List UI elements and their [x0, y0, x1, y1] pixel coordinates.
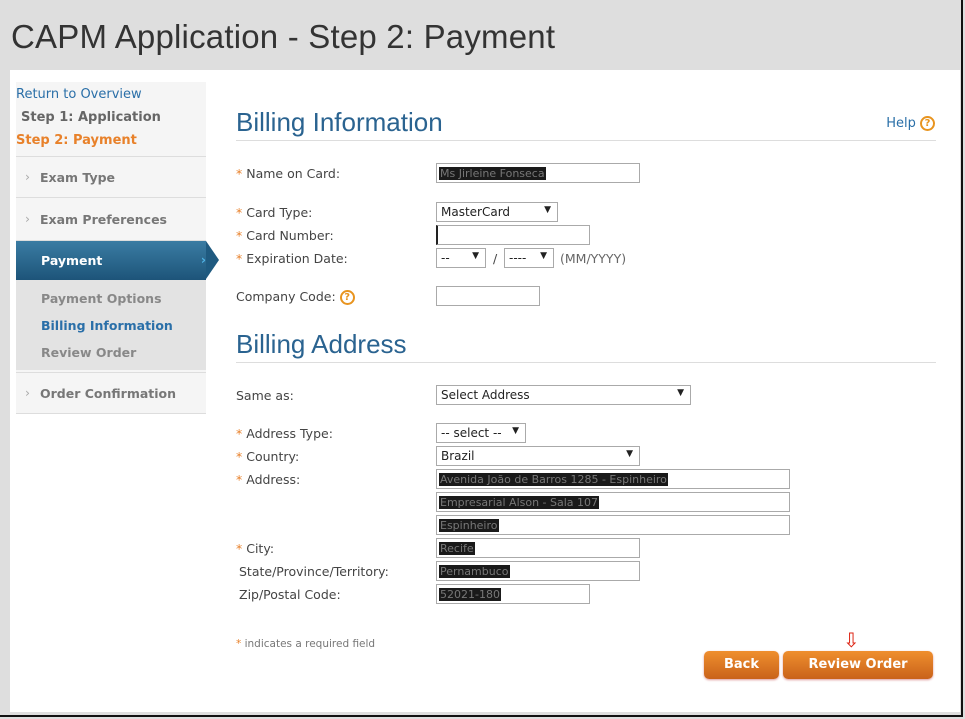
sidebar-item-exam-preferences[interactable]: › Exam Preferences — [16, 199, 206, 241]
dropdown-arrow-icon: ▼ — [677, 388, 684, 398]
zip-label: Zip/Postal Code: — [239, 587, 341, 602]
dropdown-arrow-icon: ▼ — [512, 426, 519, 436]
name-on-card-input[interactable]: Ms Jirleine Fonseca — [436, 163, 640, 183]
country-label: * Country: — [236, 449, 300, 464]
question-icon[interactable]: ? — [339, 290, 355, 305]
state-label: State/Province/Territory: — [239, 564, 389, 579]
step-2-label: Step 2: Payment — [16, 133, 137, 148]
back-button[interactable]: Back — [704, 651, 779, 679]
chevron-right-icon: › — [25, 211, 30, 226]
city-label: * City: — [236, 541, 275, 556]
review-order-button[interactable]: Review Order — [783, 651, 933, 679]
subnav-review-order[interactable]: Review Order — [41, 345, 136, 360]
expiration-month-select[interactable]: -- ▼ — [436, 248, 486, 268]
address-line-2-input[interactable]: Empresarial Alson - Sala 107 — [436, 492, 790, 512]
same-as-label: Same as: — [236, 388, 294, 403]
dropdown-arrow-icon: ▼ — [544, 205, 551, 215]
sidebar-item-payment[interactable]: Payment › — [16, 241, 219, 280]
state-input[interactable]: Pernambuco — [436, 561, 640, 581]
sidebar-item-order-confirmation[interactable]: › Order Confirmation — [16, 372, 206, 414]
same-as-select[interactable]: Select Address ▼ — [436, 385, 691, 405]
sidebar-item-label: Exam Preferences — [40, 212, 168, 227]
zip-input[interactable]: 52021-180 — [436, 584, 590, 604]
billing-address-heading: Billing Address — [236, 329, 936, 363]
question-icon: ? — [920, 116, 935, 131]
expiration-format-hint: (MM/YYYY) — [560, 251, 627, 266]
help-link[interactable]: Help ? — [886, 116, 935, 131]
name-on-card-label: * Name on Card: — [236, 166, 341, 181]
sidebar-item-label: Payment — [41, 253, 103, 268]
country-select[interactable]: Brazil ▼ — [436, 446, 640, 466]
dropdown-arrow-icon: ▼ — [626, 449, 633, 459]
subnav-payment-options[interactable]: Payment Options — [41, 291, 162, 306]
card-number-input[interactable] — [436, 225, 590, 245]
expiration-separator: / — [493, 251, 498, 266]
address-type-select[interactable]: -- select -- ▼ — [436, 423, 526, 443]
return-to-overview-link[interactable]: Return to Overview — [16, 87, 142, 102]
chevron-right-icon: › — [200, 252, 206, 267]
sidebar-item-exam-type[interactable]: › Exam Type — [16, 156, 206, 198]
help-label: Help — [886, 116, 916, 131]
sidebar-item-label: Order Confirmation — [40, 386, 177, 401]
company-code-label: Company Code: ? — [236, 289, 355, 305]
chevron-right-icon: › — [25, 169, 30, 184]
expiration-date-label: * Expiration Date: — [236, 251, 348, 266]
city-input[interactable]: Recife — [436, 538, 640, 558]
arrow-down-icon: ⇩ — [843, 628, 860, 652]
subnav-billing-information[interactable]: Billing Information — [41, 318, 173, 333]
company-code-input[interactable] — [436, 286, 540, 306]
address-line-3-input[interactable]: Espinheiro — [436, 515, 790, 535]
dropdown-arrow-icon: ▼ — [472, 251, 479, 261]
sidebar-item-label: Exam Type — [40, 170, 116, 185]
card-type-select[interactable]: MasterCard ▼ — [436, 202, 558, 222]
card-type-label: * Card Type: — [236, 205, 313, 220]
required-field-note: * indicates a required field — [236, 638, 376, 650]
chevron-right-icon: › — [25, 385, 30, 400]
dropdown-arrow-icon: ▼ — [540, 251, 547, 261]
address-line-1-input[interactable]: Avenida João de Barros 1285 - Espinheiro — [436, 469, 790, 489]
card-number-label: * Card Number: — [236, 228, 334, 243]
step-1-label[interactable]: Step 1: Application — [21, 110, 161, 125]
page-title: CAPM Application - Step 2: Payment — [11, 18, 556, 55]
address-type-label: * Address Type: — [236, 426, 333, 441]
address-label: * Address: — [236, 472, 301, 487]
expiration-year-select[interactable]: ---- ▼ — [504, 248, 554, 268]
billing-information-heading: Billing Information — [236, 107, 936, 141]
